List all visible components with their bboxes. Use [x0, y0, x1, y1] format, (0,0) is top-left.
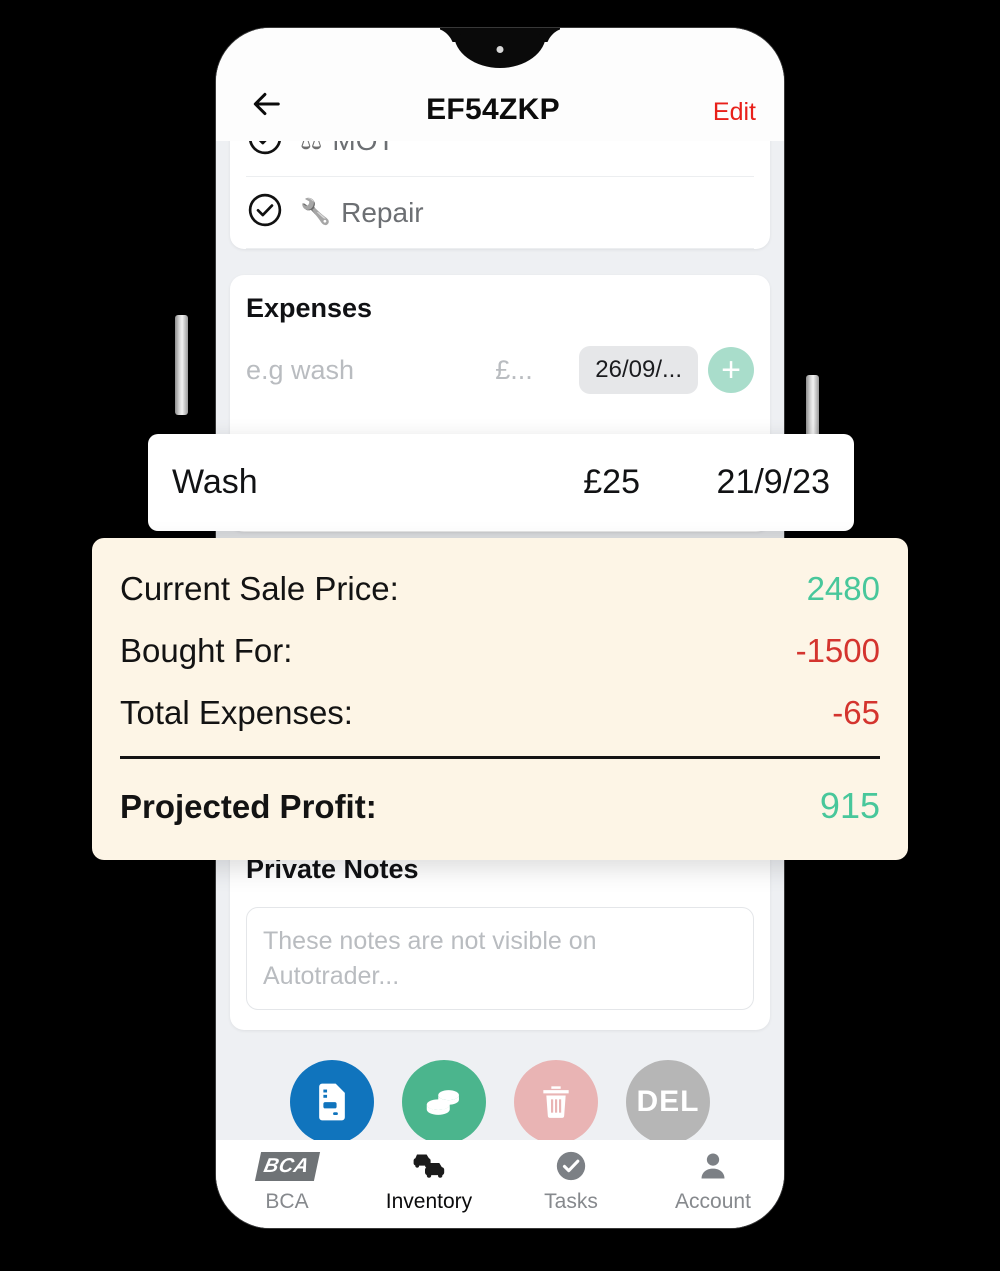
wrench-icon: 🔧	[300, 198, 332, 226]
checklist-card: ⚖ MOT 🔧 Repair	[230, 141, 770, 249]
private-notes-card: Private Notes These notes are not visibl…	[230, 836, 770, 1030]
check-circle-icon[interactable]	[246, 191, 284, 234]
summary-divider	[120, 756, 880, 759]
coins-icon	[426, 1090, 459, 1115]
check-circle-icon[interactable]	[246, 141, 284, 162]
expense-row-amount: £25	[583, 463, 640, 501]
mot-icon: ⚖	[300, 141, 322, 156]
invoice-button[interactable]	[290, 1060, 374, 1140]
summary-label: Bought For:	[120, 632, 293, 669]
tab-tasks[interactable]: Tasks	[500, 1148, 642, 1214]
cars-icon	[409, 1148, 449, 1184]
private-notes-placeholder: These notes are not visible on Autotrade…	[263, 927, 597, 990]
summary-label: Total Expenses:	[120, 694, 353, 731]
summary-value: 915	[819, 785, 880, 826]
expense-input-row: e.g wash £... 26/09/... +	[246, 346, 754, 408]
screenshot-stage: ⚖ MOT 🔧 Repair	[0, 0, 1000, 1271]
checklist-item-repair[interactable]: 🔧 Repair	[246, 177, 754, 249]
checklist-item-mot[interactable]: ⚖ MOT	[246, 141, 754, 177]
edit-button[interactable]: Edit	[696, 98, 756, 127]
page-title: EF54ZKP	[426, 93, 560, 126]
tab-bca-label: BCA	[265, 1190, 309, 1213]
expense-name-input[interactable]: e.g wash	[246, 355, 485, 386]
expense-date-picker[interactable]: 26/09/...	[579, 346, 698, 394]
tab-inventory[interactable]: Inventory	[358, 1148, 500, 1214]
front-camera-icon	[496, 46, 504, 53]
del-icon: DEL	[636, 1085, 700, 1118]
expense-amount-input[interactable]: £...	[495, 355, 569, 386]
plus-icon: +	[721, 351, 741, 389]
bca-logo-icon: BCA	[254, 1148, 320, 1184]
summary-row-total-expenses: Total Expenses: -65	[120, 694, 880, 732]
expense-row[interactable]: Wash £25 21/9/23	[148, 434, 854, 531]
add-expense-button[interactable]: +	[708, 347, 754, 393]
expense-row-date: 21/9/23	[716, 463, 830, 501]
private-notes-textarea[interactable]: These notes are not visible on Autotrade…	[246, 907, 754, 1010]
mot-text: MOT	[332, 141, 394, 157]
trash-icon	[543, 1086, 569, 1118]
tab-bca[interactable]: BCA BCA	[216, 1148, 358, 1214]
checklist-item-mot-label: ⚖ MOT	[300, 141, 395, 157]
expenses-title: Expenses	[246, 293, 373, 323]
check-circle-icon	[554, 1148, 588, 1184]
summary-value: -65	[832, 694, 880, 731]
mark-sold-button[interactable]	[402, 1060, 486, 1140]
tab-account-label: Account	[675, 1190, 751, 1213]
phone-volume-button[interactable]	[175, 315, 188, 415]
summary-row-bought-for: Bought For: -1500	[120, 632, 880, 670]
back-button[interactable]	[244, 81, 290, 127]
summary-value: -1500	[795, 632, 880, 669]
person-icon	[697, 1148, 729, 1184]
arrow-left-icon	[253, 92, 280, 116]
tab-inventory-label: Inventory	[385, 1190, 473, 1213]
tab-account[interactable]: Account	[642, 1148, 784, 1214]
summary-row-projected-profit: Projected Profit: 915	[120, 785, 880, 827]
delete-button[interactable]	[514, 1060, 598, 1140]
summary-label: Current Sale Price:	[120, 570, 399, 607]
invoice-icon	[319, 1083, 345, 1121]
checklist-item-repair-label: 🔧 Repair	[300, 197, 424, 229]
summary-value: 2480	[806, 570, 880, 607]
summary-label: Projected Profit:	[120, 788, 377, 825]
action-button-row: DEL	[230, 1060, 770, 1140]
bottom-tab-bar: BCA BCA Inventory Tasks Account	[216, 1140, 784, 1228]
profit-summary-card: Current Sale Price: 2480 Bought For: -15…	[92, 538, 908, 860]
summary-row-sale-price: Current Sale Price: 2480	[120, 570, 880, 608]
tab-tasks-label: Tasks	[544, 1190, 598, 1213]
expense-row-name: Wash	[172, 463, 258, 501]
del-button[interactable]: DEL	[626, 1060, 710, 1140]
repair-text: Repair	[341, 196, 424, 228]
